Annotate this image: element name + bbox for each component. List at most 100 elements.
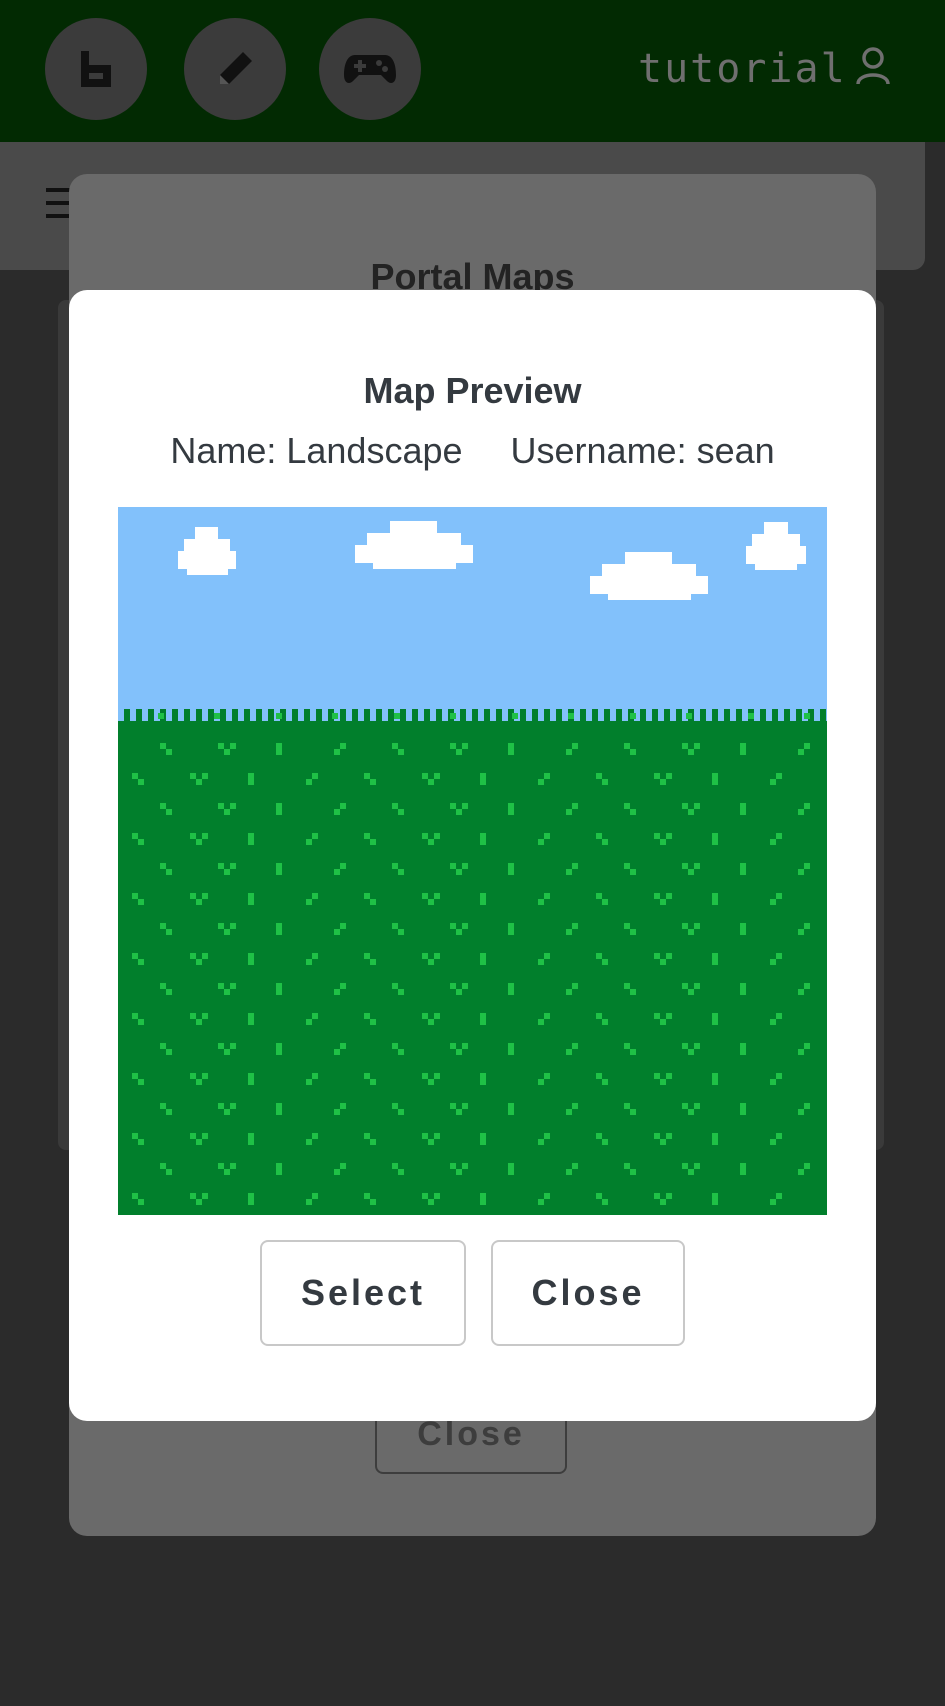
grass-sprite — [624, 983, 630, 989]
grass-sprite — [392, 1163, 398, 1169]
grass-sprite — [630, 1109, 636, 1115]
grass-sprite — [694, 983, 700, 989]
grass-sprite — [276, 1169, 282, 1175]
home-button[interactable] — [45, 18, 147, 120]
grass-sprite — [770, 1079, 776, 1085]
grass-sprite — [682, 743, 688, 749]
grass-sprite — [740, 743, 746, 749]
grass-sprite — [572, 743, 578, 749]
grass-sprite — [462, 983, 468, 989]
grass-sprite — [776, 773, 782, 779]
grass-sprite — [392, 863, 398, 869]
grass-sprite — [688, 1169, 694, 1175]
grass-sprite — [312, 1193, 318, 1199]
grass-sprite — [132, 1013, 138, 1019]
map-preview-modal: Map Preview Name: Landscape Username: sea… — [69, 290, 876, 1421]
grass-sprite — [224, 749, 230, 755]
grass-sprite — [666, 1193, 672, 1199]
grass-sprite — [462, 1163, 468, 1169]
grass-sprite — [276, 929, 282, 935]
grass-sprite — [422, 1013, 428, 1019]
grass-sprite — [660, 839, 666, 845]
grass-sprite — [712, 1133, 718, 1139]
grass-sprite — [230, 803, 236, 809]
grass-sprite — [422, 1193, 428, 1199]
grass-sprite — [712, 899, 718, 905]
grass-sprite — [166, 809, 172, 815]
grass-tuft — [184, 709, 190, 727]
grass-tuft — [772, 709, 778, 727]
grass-sprite — [190, 893, 196, 899]
grass-tuft — [244, 709, 250, 727]
grass-sprite — [660, 899, 666, 905]
grass-sprite — [370, 899, 376, 905]
grass-sprite — [312, 1073, 318, 1079]
grass-sprite — [334, 869, 340, 875]
grass-sprite — [340, 863, 346, 869]
grass-tuft — [532, 709, 538, 727]
play-button[interactable] — [319, 18, 421, 120]
grass-sprite — [538, 1079, 544, 1085]
grass-sprite — [770, 1019, 776, 1025]
grass-sprite — [572, 803, 578, 809]
grass-sprite — [776, 1133, 782, 1139]
grass-sprite — [190, 953, 196, 959]
grass-tuft — [760, 709, 766, 727]
grass-sprite — [654, 1133, 660, 1139]
grass-tuft — [340, 709, 346, 727]
grass-sprite — [630, 1049, 636, 1055]
grass-sprite — [712, 779, 718, 785]
grass-sprite — [624, 1103, 630, 1109]
grass-sprite — [248, 833, 254, 839]
grass-sprite — [248, 1013, 254, 1019]
grass-sprite — [334, 1169, 340, 1175]
close-button[interactable]: Close — [491, 1240, 685, 1346]
grass-sprite — [398, 929, 404, 935]
grass-sprite — [660, 1199, 666, 1205]
grass-sprite — [422, 833, 428, 839]
user-icon[interactable] — [856, 46, 890, 86]
grass-tuft — [472, 709, 478, 727]
grass-sprite — [624, 923, 630, 929]
grass-sprite — [160, 923, 166, 929]
grass-sprite — [544, 1193, 550, 1199]
grass-sprite — [428, 1019, 434, 1025]
grass-tuft — [158, 713, 164, 719]
grass-tuft — [640, 709, 646, 727]
grass-sprite — [340, 1103, 346, 1109]
grass-sprite — [230, 863, 236, 869]
grass-sprite — [798, 809, 804, 815]
select-button[interactable]: Select — [260, 1240, 466, 1346]
grass-sprite — [596, 1013, 602, 1019]
grass-sprite — [798, 929, 804, 935]
grass-sprite — [340, 923, 346, 929]
grass-sprite — [434, 953, 440, 959]
grass-sprite — [480, 779, 486, 785]
grass-sprite — [538, 839, 544, 845]
grass-sprite — [276, 923, 282, 929]
grass-sprite — [370, 1199, 376, 1205]
grass-sprite — [770, 1199, 776, 1205]
grass-sprite — [596, 1073, 602, 1079]
grass-tuft — [316, 709, 322, 727]
grass-sprite — [334, 749, 340, 755]
grass-sprite — [544, 773, 550, 779]
grass-sprite — [434, 1073, 440, 1079]
grass-sprite — [230, 743, 236, 749]
username-label[interactable]: tutorial — [638, 44, 847, 94]
grass-sprite — [740, 869, 746, 875]
grass-sprite — [450, 923, 456, 929]
grass-sprite — [190, 1013, 196, 1019]
editor-button[interactable] — [184, 18, 286, 120]
grass-sprite — [688, 1109, 694, 1115]
grass-sprite — [538, 779, 544, 785]
grass-sprite — [480, 1133, 486, 1139]
grass-sprite — [334, 929, 340, 935]
grass-sprite — [666, 773, 672, 779]
grass-sprite — [508, 863, 514, 869]
grass-sprite — [132, 1073, 138, 1079]
grass-sprite — [276, 869, 282, 875]
grass-sprite — [392, 803, 398, 809]
grass-sprite — [462, 1043, 468, 1049]
grass-sprite — [688, 989, 694, 995]
